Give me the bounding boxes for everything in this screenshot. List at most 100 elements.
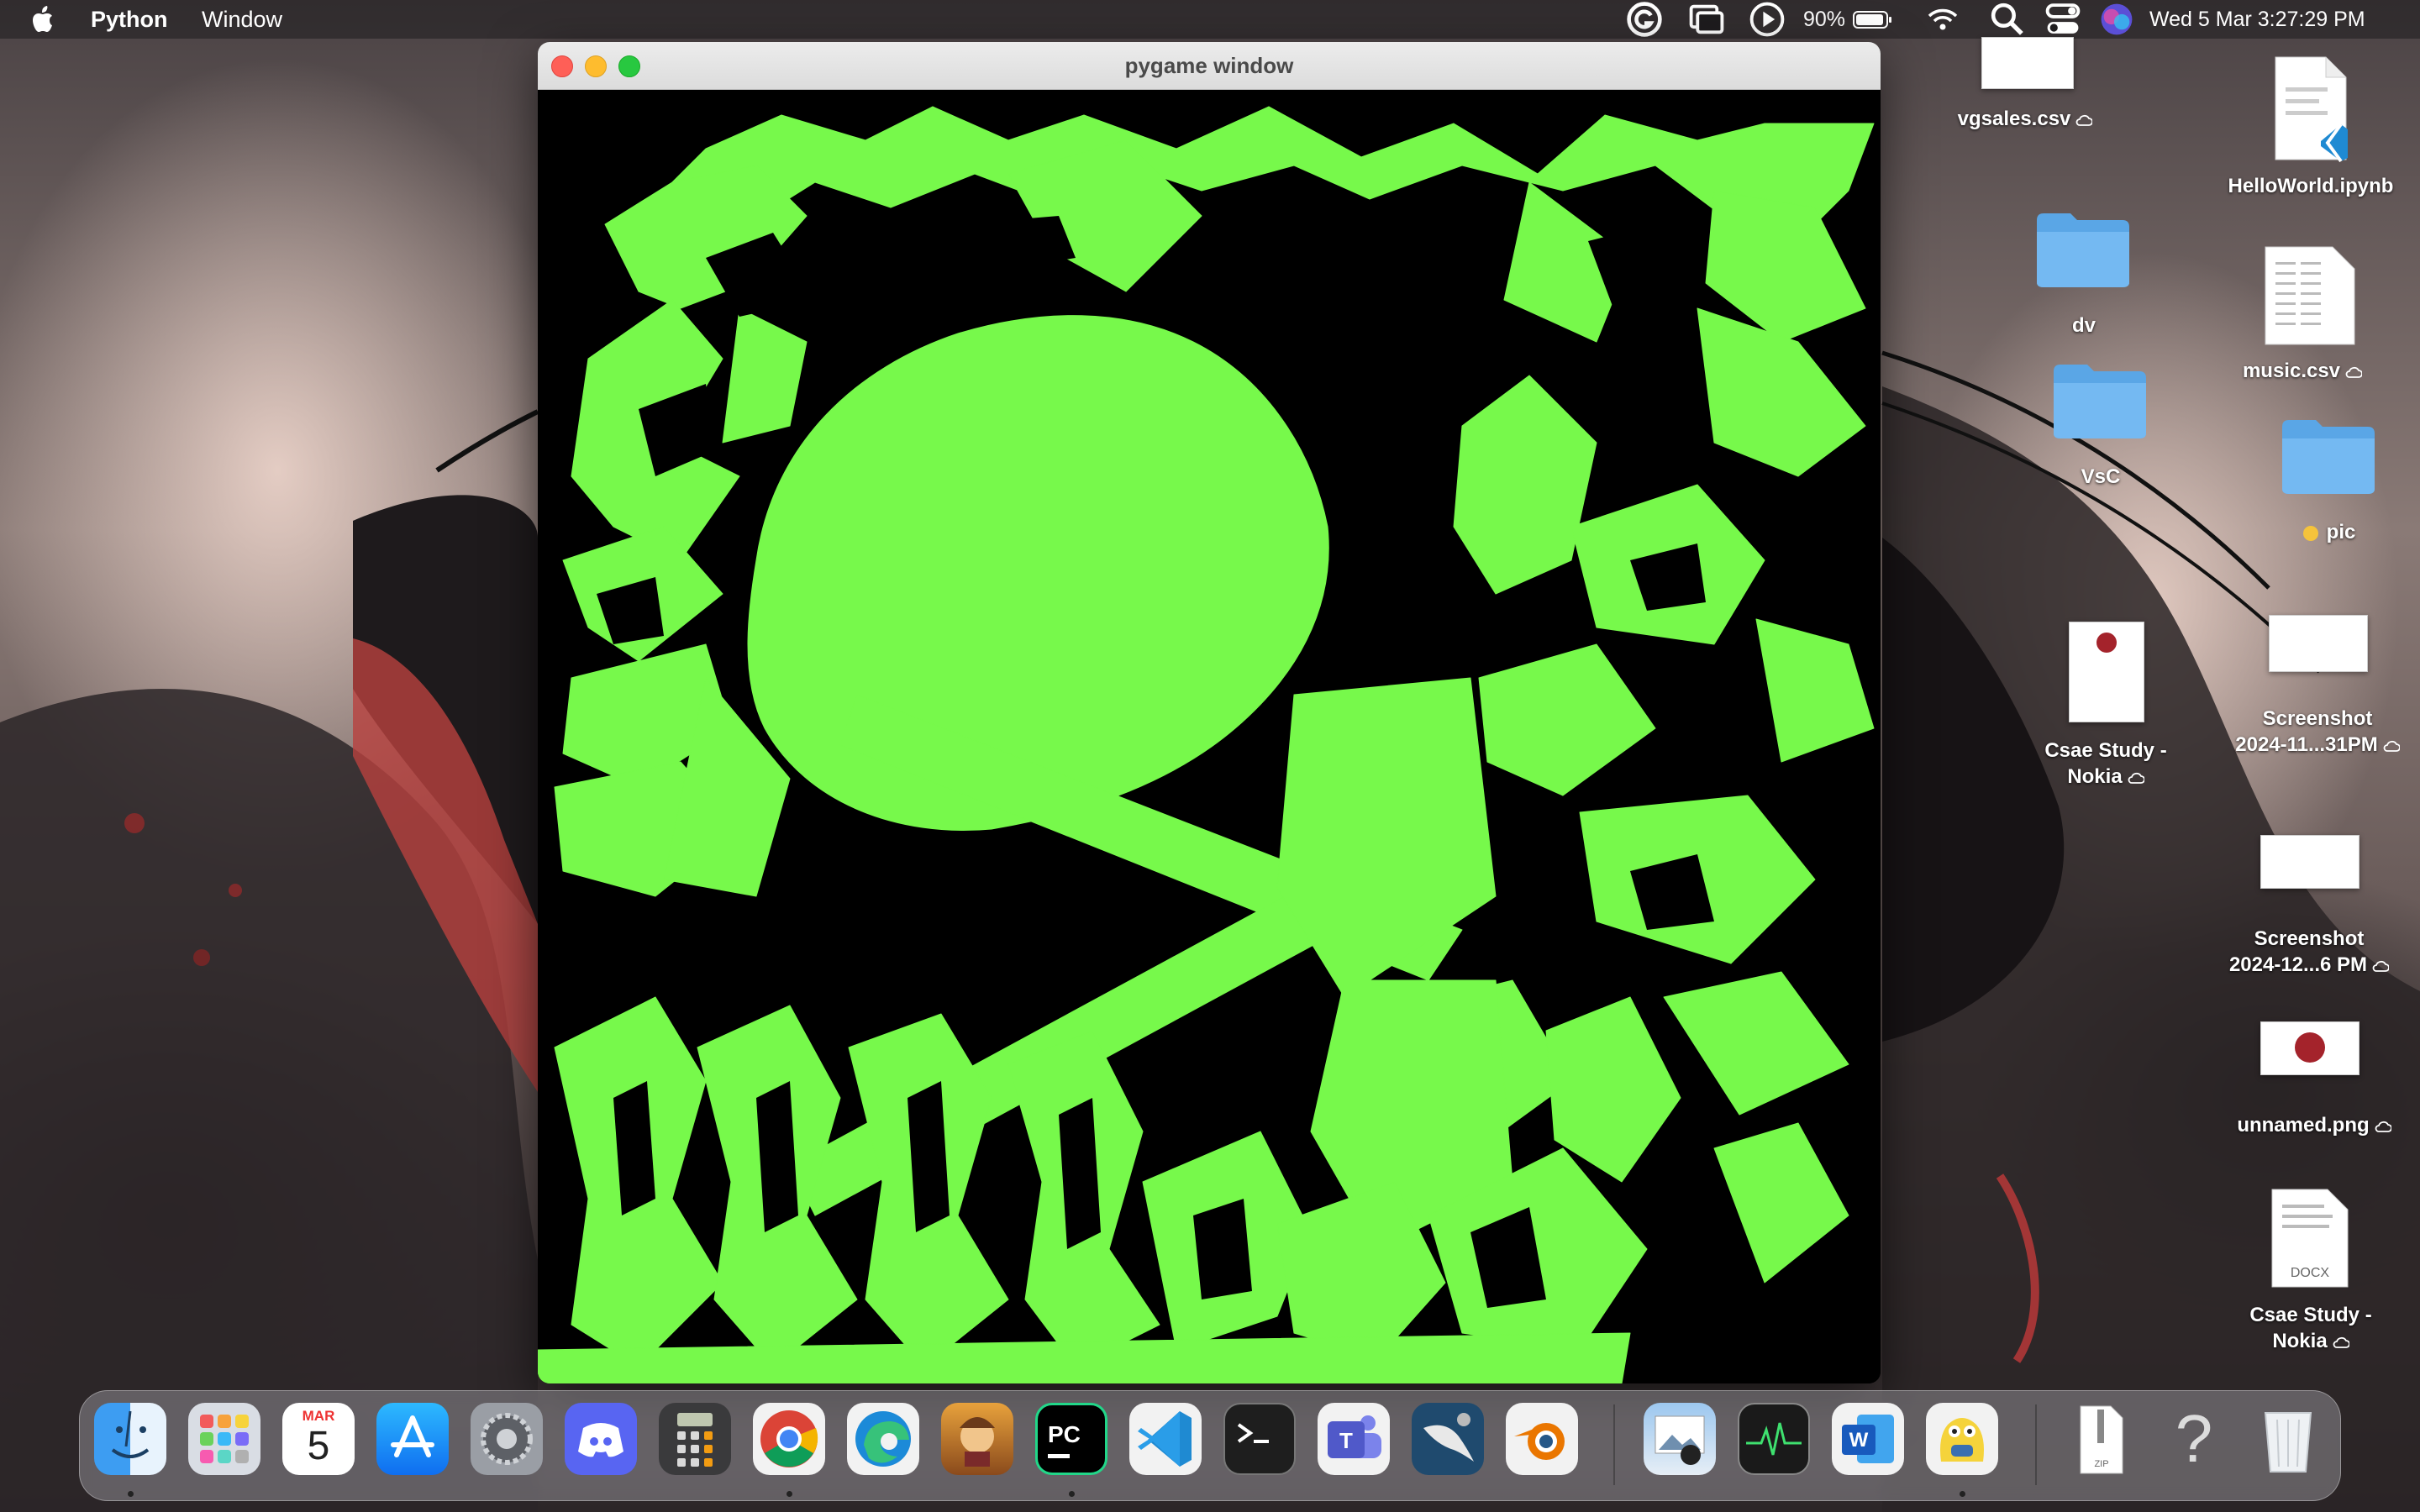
file-label: vgsales.csv xyxy=(1957,108,2071,130)
pdf-file-icon xyxy=(2069,622,2144,722)
screenshot-icon xyxy=(2269,615,2368,672)
window-title: pygame window xyxy=(1124,53,1294,78)
dock-word-icon[interactable]: W xyxy=(1832,1403,1904,1475)
calendar-day: 5 xyxy=(307,1424,330,1468)
wifi-icon[interactable] xyxy=(1928,0,1958,39)
csv-file-icon xyxy=(1981,37,2074,89)
running-indicator xyxy=(786,1491,792,1497)
calendar-month: MAR xyxy=(302,1408,335,1424)
icloud-icon xyxy=(2375,1121,2391,1132)
desktop-file-helloworld[interactable]: HelloWorld.ipynb xyxy=(2210,54,2412,199)
icloud-icon xyxy=(2076,114,2093,126)
dock-mysql-workbench-icon[interactable] xyxy=(1412,1403,1484,1475)
dock-calendar-icon[interactable]: MAR 5 xyxy=(282,1403,355,1475)
icloud-icon xyxy=(2333,1336,2349,1348)
file-label-line1: Screenshot xyxy=(2254,927,2365,950)
dock-vscode-icon[interactable] xyxy=(1129,1403,1202,1475)
icloud-icon xyxy=(2372,960,2390,972)
dock-terminal-icon[interactable] xyxy=(1223,1403,1296,1475)
file-label-line1: Csae Study - xyxy=(2249,1304,2372,1326)
screen-mirroring-icon[interactable] xyxy=(1687,0,1726,39)
app-menu-python[interactable]: Python xyxy=(91,7,168,33)
menu-window[interactable]: Window xyxy=(202,7,282,33)
file-label: unnamed.png xyxy=(2237,1114,2370,1137)
dock-separator xyxy=(1613,1404,1615,1485)
dock-finder-icon[interactable] xyxy=(94,1403,166,1475)
dock-launchpad-icon[interactable] xyxy=(188,1403,260,1475)
menu-bar: Python Window 90% Wed 5 Mar 3:27:29 PM xyxy=(0,0,2420,39)
running-indicator xyxy=(1960,1491,1965,1497)
dock-pycharm-icon[interactable]: PC xyxy=(1035,1403,1107,1475)
icloud-icon xyxy=(2128,772,2144,784)
running-indicator xyxy=(1069,1491,1075,1497)
now-playing-icon[interactable] xyxy=(1748,0,1786,39)
svg-text:T: T xyxy=(1339,1428,1353,1453)
battery-icon[interactable] xyxy=(1852,0,1894,39)
dock-edge-icon[interactable] xyxy=(847,1403,919,1475)
desktop-file-unnamed-png[interactable]: unnamed.png xyxy=(2215,1021,2413,1138)
running-indicator xyxy=(128,1491,134,1497)
folder-icon xyxy=(2054,365,2146,438)
file-label-line2: Nokia xyxy=(2272,1330,2328,1352)
desktop-file-case-study-docx[interactable]: DOCX Csae Study - Nokia xyxy=(2218,1188,2403,1354)
dock-teams-icon[interactable]: T xyxy=(1318,1403,1390,1475)
file-label-line2: 2024-12...6 PM xyxy=(2228,953,2368,976)
pygame-window: pygame window xyxy=(538,42,1881,1383)
dock-trash-icon[interactable] xyxy=(2252,1403,2324,1475)
dock-blender-icon[interactable] xyxy=(1506,1403,1578,1475)
svg-text:W: W xyxy=(1849,1429,1869,1452)
desktop-file-screenshot-2[interactable]: Screenshot 2024-12...6 PM xyxy=(2210,835,2408,978)
battery-percentage: 90% xyxy=(1803,8,1846,31)
notebook-file-icon xyxy=(2275,56,2348,163)
dock-app-store-icon[interactable] xyxy=(376,1403,449,1475)
dock-help-icon[interactable]: ? xyxy=(2158,1401,2230,1476)
dock-separator xyxy=(2035,1404,2037,1485)
folder-label: dv xyxy=(2071,314,2096,337)
dock-calculator-icon[interactable] xyxy=(659,1403,731,1475)
file-label: music.csv xyxy=(2242,360,2341,382)
folder-label: pic xyxy=(2326,521,2356,543)
file-label: HelloWorld.ipynb xyxy=(2228,175,2394,197)
folder-icon xyxy=(2282,420,2375,494)
desktop-folder-pic[interactable]: pic xyxy=(2279,415,2380,545)
file-label-line1: Screenshot xyxy=(2262,707,2373,730)
csv-file-icon xyxy=(2265,246,2355,345)
dock-zip-archive-icon[interactable]: ZIP xyxy=(2064,1403,2136,1475)
dock-game-icon[interactable] xyxy=(941,1403,1013,1475)
yellow-tag-icon xyxy=(2302,525,2318,541)
siri-icon[interactable] xyxy=(2097,0,2136,39)
folder-label: VsC xyxy=(2081,465,2121,488)
dock-preview-icon[interactable] xyxy=(1644,1403,1716,1475)
dock-system-settings-icon[interactable] xyxy=(471,1403,543,1475)
desktop-folder-vsc[interactable]: VsC xyxy=(2050,360,2151,490)
svg-text:DOCX: DOCX xyxy=(2291,1266,2330,1280)
folder-icon xyxy=(2037,213,2129,287)
green-drawing xyxy=(538,106,1875,1383)
dock-activity-monitor-icon[interactable] xyxy=(1738,1403,1810,1475)
control-center-icon[interactable] xyxy=(2044,0,2082,39)
desktop-file-music[interactable]: music.csv xyxy=(2202,245,2403,384)
svg-text:?: ? xyxy=(2175,1403,2213,1475)
menubar-clock[interactable]: Wed 5 Mar 3:27:29 PM xyxy=(2149,8,2365,32)
svg-text:ZIP: ZIP xyxy=(2094,1459,2108,1469)
desktop-file-vgsales[interactable]: vgsales.csv xyxy=(1933,37,2118,132)
docx-file-icon: DOCX xyxy=(2271,1189,2349,1288)
pygame-canvas[interactable] xyxy=(538,90,1881,1383)
desktop-folder-dv[interactable]: dv xyxy=(2033,208,2134,339)
dock-chrome-icon[interactable] xyxy=(753,1403,825,1475)
icloud-icon xyxy=(2383,740,2400,752)
desktop-file-case-study-pdf[interactable]: Csae Study - Nokia xyxy=(2013,622,2198,790)
file-label-line1: Csae Study - xyxy=(2044,739,2167,762)
dock-discord-icon[interactable] xyxy=(565,1403,637,1475)
svg-text:PC: PC xyxy=(1048,1421,1081,1447)
image-file-icon xyxy=(2260,1021,2360,1075)
window-titlebar[interactable]: pygame window xyxy=(538,42,1881,90)
apple-menu-icon[interactable] xyxy=(32,5,57,34)
grammarly-icon[interactable] xyxy=(1625,0,1664,39)
dock-python-launcher-icon[interactable] xyxy=(1926,1403,1998,1475)
file-label-line2: Nokia xyxy=(2067,765,2123,788)
screenshot-icon xyxy=(2260,835,2360,889)
file-label-line2: 2024-11...31PM xyxy=(2235,733,2378,756)
desktop-file-screenshot-1[interactable]: Screenshot 2024-11...31PM xyxy=(2218,615,2417,758)
spotlight-search-icon[interactable] xyxy=(1988,0,2027,39)
